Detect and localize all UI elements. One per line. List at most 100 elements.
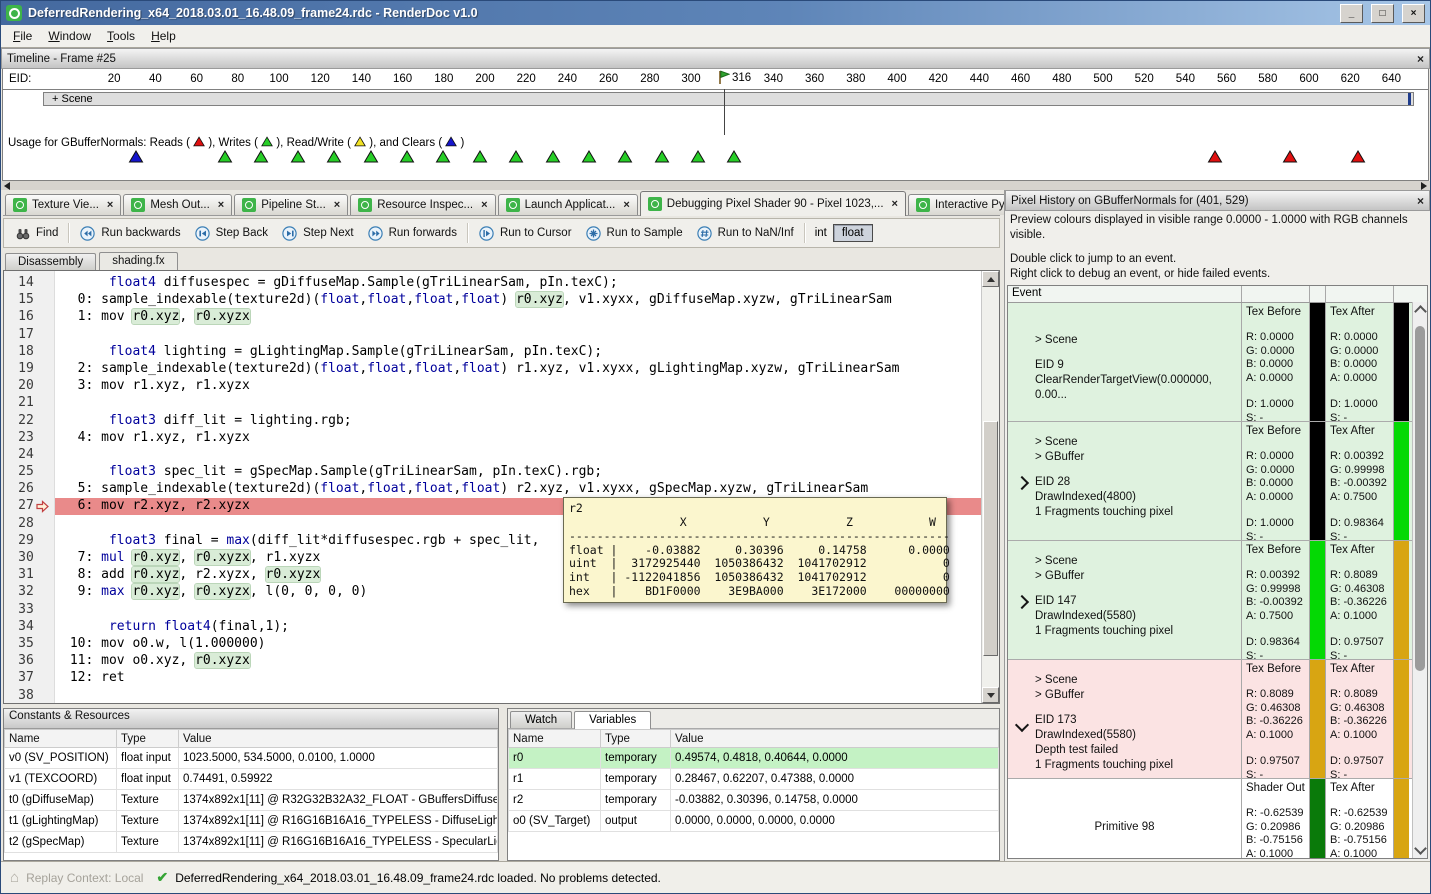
usage-marker-green[interactable] xyxy=(218,150,233,166)
usage-marker-green[interactable] xyxy=(582,150,597,166)
home-icon[interactable]: ⌂ xyxy=(10,869,19,886)
table-row[interactable]: t0 (gDiffuseMap)Texture1374x892x1[11] @ … xyxy=(5,790,498,811)
usage-marker-green[interactable] xyxy=(364,150,379,166)
pixel-history-event-eid-28[interactable]: > Scene> GBufferEID 28DrawIndexed(4800)1… xyxy=(1008,422,1427,541)
splitter-collapse-right-icon[interactable] xyxy=(1421,182,1427,190)
code-line-18[interactable]: 18 float4 lighting = gLightingMap.Sample… xyxy=(4,344,982,361)
menu-help[interactable]: Help xyxy=(143,26,184,46)
step-back-button[interactable]: Step Back xyxy=(188,223,275,244)
pixel-history-event-eid-173[interactable]: > Scene> GBufferEID 173DrawIndexed(5580)… xyxy=(1008,660,1427,779)
close-tab-icon[interactable]: × xyxy=(218,199,224,211)
pixel-history-table[interactable]: Event > SceneEID 9ClearRenderTargetView(… xyxy=(1007,285,1428,859)
table-row[interactable]: v0 (SV_POSITION)float input1023.5000, 53… xyxy=(5,748,498,769)
code-line-25[interactable]: 25 float3 spec_lit = gSpecMap.Sample(gTr… xyxy=(4,464,982,481)
code-line-34[interactable]: 34 return float4(final,1); xyxy=(4,619,982,636)
usage-marker-green[interactable] xyxy=(655,150,670,166)
usage-marker-red[interactable] xyxy=(1351,150,1366,166)
usage-marker-green[interactable] xyxy=(254,150,269,166)
code-line-21[interactable]: 21 xyxy=(4,395,982,412)
tab-variables[interactable]: Variables xyxy=(574,711,651,729)
close-tab-icon[interactable]: × xyxy=(334,199,340,211)
pixel-history-scrollbar[interactable] xyxy=(1412,302,1427,858)
editor-tab-shading-fx[interactable]: shading.fx xyxy=(99,252,177,270)
code-line-16[interactable]: 16 1: mov r0.xyz, r0.xyzx xyxy=(4,309,982,326)
tab-mesh-out[interactable]: Mesh Out...× xyxy=(123,194,232,215)
horizontal-splitter[interactable] xyxy=(1,181,1430,190)
close-tab-icon[interactable]: × xyxy=(623,199,629,211)
table-row[interactable]: t1 (gLightingMap)Texture1374x892x1[11] @… xyxy=(5,811,498,832)
find-button[interactable]: Find xyxy=(8,223,65,244)
maximize-button[interactable]: □ xyxy=(1371,4,1394,23)
timeline-close-icon[interactable]: × xyxy=(1417,52,1424,66)
usage-marker-red[interactable] xyxy=(1283,150,1298,166)
splitter-collapse-left-icon[interactable] xyxy=(4,182,10,190)
usage-marker-green[interactable] xyxy=(618,150,633,166)
close-tab-icon[interactable]: × xyxy=(892,198,898,210)
step-next-button[interactable]: Step Next xyxy=(275,223,361,244)
usage-marker-green[interactable] xyxy=(509,150,524,166)
usage-marker-green[interactable] xyxy=(546,150,561,166)
usage-marker-green[interactable] xyxy=(473,150,488,166)
variable-row-r0[interactable]: r0temporary0.49574, 0.4818, 0.40644, 0.0… xyxy=(509,748,999,769)
usage-marker-green[interactable] xyxy=(291,150,306,166)
chevron-right-icon[interactable] xyxy=(1015,595,1029,609)
int-display-button[interactable]: int xyxy=(809,225,833,241)
usage-marker-green[interactable] xyxy=(400,150,415,166)
code-line-36[interactable]: 36 11: mov o0.xyz, r0.xyzx xyxy=(4,653,982,670)
code-line-33[interactable]: 33 xyxy=(4,602,982,619)
minimize-button[interactable]: _ xyxy=(1340,4,1363,23)
code-line-14[interactable]: 14 float4 diffusespec = gDiffuseMap.Samp… xyxy=(4,275,982,292)
variable-row-o0[interactable]: o0 (SV_Target)output0.0000, 0.0000, 0.00… xyxy=(509,811,999,832)
float-display-toggle[interactable]: float xyxy=(833,224,873,242)
tab-resource-inspec[interactable]: Resource Inspec...× xyxy=(350,194,495,215)
usage-marker-blue[interactable] xyxy=(129,150,144,166)
code-scroll-thumb[interactable] xyxy=(983,421,998,656)
code-line-20[interactable]: 20 3: mov r1.xyz, r1.xyzx xyxy=(4,378,982,395)
code-line-19[interactable]: 19 2: sample_indexable(texture2d)(float,… xyxy=(4,361,982,378)
code-line-37[interactable]: 37 12: ret xyxy=(4,670,982,687)
code-line-35[interactable]: 35 10: mov o0.w, l(1.000000) xyxy=(4,636,982,653)
code-line-38[interactable]: 38 xyxy=(4,688,982,705)
scroll-up-icon[interactable] xyxy=(982,271,999,287)
shader-code-editor[interactable]: 14 float4 diffusespec = gDiffuseMap.Samp… xyxy=(3,270,1000,704)
usage-marker-green[interactable] xyxy=(436,150,451,166)
tab-launch-applicat[interactable]: Launch Applicat...× xyxy=(498,194,638,215)
code-line-22[interactable]: 22 float3 diff_lit = lighting.rgb; xyxy=(4,413,982,430)
close-tab-icon[interactable]: × xyxy=(107,199,113,211)
usage-marker-green[interactable] xyxy=(691,150,706,166)
scroll-up-icon[interactable] xyxy=(1414,305,1427,318)
run-to-sample-button[interactable]: Run to Sample xyxy=(579,223,690,244)
table-row[interactable]: v1 (TEXCOORD)float input0.74491, 0.59922 xyxy=(5,769,498,790)
editor-tab-disassembly[interactable]: Disassembly xyxy=(5,253,96,270)
table-row[interactable]: t2 (gSpecMap)Texture1374x892x1[11] @ R16… xyxy=(5,832,498,853)
eid-ruler[interactable]: EID: 20406080100120140160180200220240260… xyxy=(3,69,1428,90)
chevron-down-icon[interactable] xyxy=(1015,718,1029,732)
scene-bar[interactable]: + Scene xyxy=(43,92,1414,106)
variable-row-r1[interactable]: r1temporary0.28467, 0.62207, 0.47388, 0.… xyxy=(509,769,999,790)
menu-file[interactable]: File xyxy=(5,26,40,46)
scroll-down-icon[interactable] xyxy=(1414,842,1427,855)
usage-marker-red[interactable] xyxy=(1208,150,1223,166)
chevron-right-icon[interactable] xyxy=(1015,476,1029,490)
tab-debugging-pixel-shader-90-pixel-1023[interactable]: Debugging Pixel Shader 90 - Pixel 1023,.… xyxy=(640,191,906,216)
pixel-history-event-eid-9[interactable]: > SceneEID 9ClearRenderTargetView(0.0000… xyxy=(1008,303,1427,422)
tab-pipeline-st[interactable]: Pipeline St...× xyxy=(234,194,348,215)
usage-marker-green[interactable] xyxy=(727,150,742,166)
run-to-nan-button[interactable]: Run to NaN/Inf xyxy=(690,223,801,244)
current-eid-flag[interactable]: 316 xyxy=(716,70,753,85)
scroll-down-icon[interactable] xyxy=(982,687,999,703)
pixel-history-event-eid-147[interactable]: > Scene> GBufferEID 147DrawIndexed(5580)… xyxy=(1008,541,1427,660)
code-line-17[interactable]: 17 xyxy=(4,327,982,344)
timeline-panel[interactable]: EID: 20406080100120140160180200220240260… xyxy=(2,69,1429,181)
tab-texture-vie[interactable]: Texture Vie...× xyxy=(5,194,121,215)
tab-watch[interactable]: Watch xyxy=(510,711,572,728)
code-line-24[interactable]: 24 xyxy=(4,447,982,464)
code-line-23[interactable]: 23 4: mov r1.xyz, r1.xyzx xyxy=(4,430,982,447)
code-vertical-scrollbar[interactable] xyxy=(981,271,999,703)
run-forwards-button[interactable]: Run forwards xyxy=(361,223,464,244)
run-backwards-button[interactable]: Run backwards xyxy=(73,223,187,244)
code-line-26[interactable]: 26 5: sample_indexable(texture2d)(float,… xyxy=(4,481,982,498)
pixel-history-close-icon[interactable]: × xyxy=(1417,194,1424,208)
code-line-15[interactable]: 15 0: sample_indexable(texture2d)(float,… xyxy=(4,292,982,309)
menu-window[interactable]: Window xyxy=(40,26,99,46)
